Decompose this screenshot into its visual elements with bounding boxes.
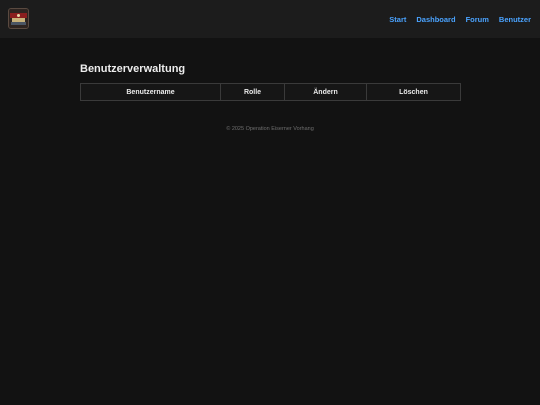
nav-link-forum[interactable]: Forum [466,15,489,24]
column-header-edit: Ändern [284,83,367,101]
column-header-role: Rolle [220,83,285,101]
main-nav: Start Dashboard Forum Benutzer [389,0,531,38]
nav-link-benutzer[interactable]: Benutzer [499,15,531,24]
column-header-username: Benutzername [80,83,221,101]
table-header-row: Benutzername Rolle Ändern Löschen [80,83,461,101]
nav-link-dashboard[interactable]: Dashboard [416,15,455,24]
footer-copyright: © 2025 Operation Eiserner Vorhang [226,126,314,132]
page-title: Benutzerverwaltung [80,63,186,75]
top-navbar: Start Dashboard Forum Benutzer [0,0,540,38]
main-content: Benutzerverwaltung Benutzername Rolle Än… [80,62,461,101]
game-logo-icon[interactable] [8,8,29,29]
column-header-delete: Löschen [366,83,461,101]
nav-link-start[interactable]: Start [389,15,406,24]
user-table: Benutzername Rolle Ändern Löschen [80,83,461,101]
